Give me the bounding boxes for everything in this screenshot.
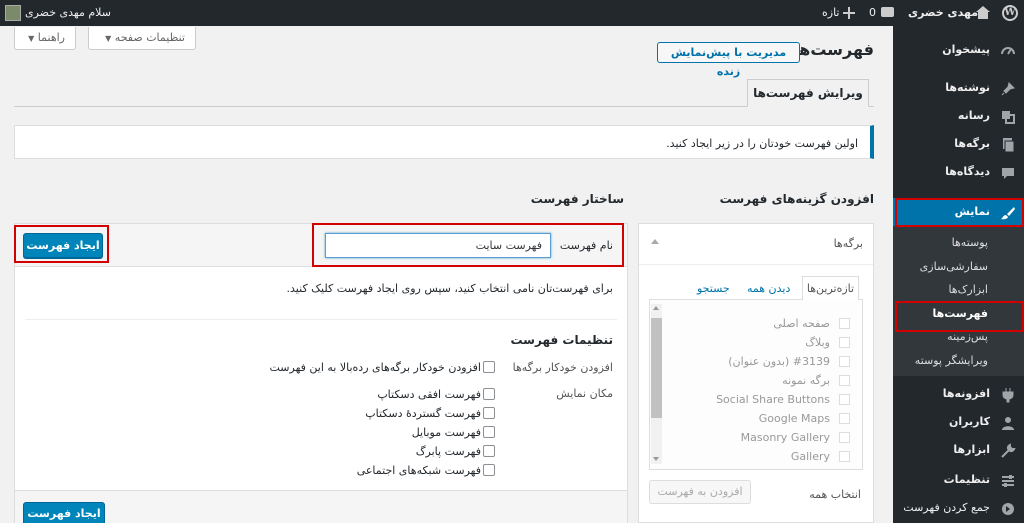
tab-edit-menus[interactable]: ویرایش فهرست‌ها [747,79,869,107]
location-checkbox[interactable] [483,426,495,438]
auto-add-option: افزودن خودکار برگه‌های رده‌بالا به این ف… [269,361,482,374]
sidebar-item-dashboard[interactable]: پیشخوان [893,36,1024,64]
page-checkbox[interactable] [839,318,850,329]
page-checkbox[interactable] [839,451,850,462]
create-menu-button-bottom[interactable]: ایجاد فهرست [23,502,105,523]
settings-divider [25,319,617,320]
page-checkbox[interactable] [839,337,850,348]
page-item: #3139 (بدون عنوان) [728,355,830,368]
sidebar-item-tools[interactable]: ابزارها [893,436,1024,464]
tab-most-recent[interactable]: تازه‌ترین‌ها [802,276,859,301]
highlight-create-button [14,225,109,263]
caret-up-icon[interactable] [651,239,659,244]
pin-icon [1000,80,1016,96]
location-option: فهرست گستردهٔ دسکتاپ [365,407,481,420]
page-item: وبلاگ [805,336,830,349]
sidebar-item-users[interactable]: کاربران [893,408,1024,436]
pages-scrollbar[interactable] [651,304,662,464]
highlight-appearance [895,198,1024,227]
location-checkbox[interactable] [483,445,495,457]
media-icon [1000,108,1016,124]
tab-view-all[interactable]: دیدن همه [747,282,790,295]
page-item: Gallery [790,450,830,463]
display-location-label: مکان نمایش [556,387,613,400]
page-icon [1000,136,1016,153]
caret-down-icon: ▼ [28,34,35,43]
menu-structure-panel: نام فهرست ایجاد فهرست برای فهرست‌تان نام… [14,223,628,523]
sidebar-item-settings[interactable]: تنظیمات [893,466,1024,494]
pages-box-title[interactable]: برگه‌ها [834,237,863,250]
page-checkbox[interactable] [839,394,850,405]
settings-icon [1000,472,1016,488]
tab-search[interactable]: جستجو [697,282,730,295]
sidebar-item-comments[interactable]: دیدگاه‌ها [893,158,1024,186]
select-all-label[interactable]: انتخاب همه [809,488,861,501]
location-checkbox[interactable] [483,407,495,419]
avatar[interactable] [5,5,21,21]
location-option: فهرست موبایل [411,426,481,439]
submenu-customize[interactable]: سفارشی‌سازی [893,256,1024,278]
menu-structure-title: ساختار فهرست [530,192,624,206]
tabs-line [14,106,874,107]
submenu-widgets[interactable]: ابزارک‌ها [893,279,1024,301]
auto-add-checkbox[interactable] [483,361,495,373]
submenu-theme-editor[interactable]: ویرایشگر پوسته [893,350,1024,372]
sidebar-collapse[interactable]: جمع کردن فهرست [893,494,1024,522]
pages-box-divider [639,264,873,265]
notice-box: اولین فهرست خودتان را در زیر ایجاد کنید. [14,125,874,159]
page-checkbox[interactable] [839,432,850,443]
pages-list [649,300,863,470]
live-preview-button[interactable]: مدیریت با پیش‌نمایش زنده [657,42,800,78]
page-item: Social Share Buttons [716,393,830,406]
sidebar-item-posts[interactable]: نوشته‌ها [893,74,1024,102]
caret-down-icon: ▼ [105,34,112,43]
sidebar-item-plugins[interactable]: افزونه‌ها [893,380,1024,408]
plus-icon[interactable] [843,7,855,19]
collapse-icon [1000,500,1016,516]
comment-icon [1000,164,1016,180]
page-checkbox[interactable] [839,413,850,424]
home-icon[interactable] [976,6,990,20]
users-icon [1000,414,1016,430]
wordpress-logo-icon[interactable]: W [1002,5,1018,21]
highlight-menus [895,301,1024,332]
menu-footer-bar [15,490,627,523]
submenu-themes[interactable]: پوسته‌ها [893,232,1024,254]
menu-instructions: برای فهرست‌تان نامی انتخاب کنید، سپس روی… [286,282,613,295]
page-item: Masonry Gallery [740,431,830,444]
comment-bubble-icon[interactable] [881,7,894,17]
page-title: فهرست‌ها [793,40,874,59]
menu-settings-title: تنظیمات فهرست [510,333,613,347]
screen-options-button[interactable]: تنظیمات صفحه ▼ [88,27,196,50]
help-button[interactable]: راهنما ▼ [14,27,76,50]
new-content-label[interactable]: تازه [822,0,840,26]
tools-icon [1000,442,1016,458]
page-checkbox[interactable] [839,356,850,367]
page-item: صفحه اصلی [773,317,830,330]
pages-box: برگه‌ها تازه‌ترین‌ها دیدن همه جستجو صفحه… [638,223,874,523]
notice-text: اولین فهرست خودتان را در زیر ایجاد کنید. [666,137,858,150]
page-checkbox[interactable] [839,375,850,386]
add-items-title: افزودن گزینه‌های فهرست [719,192,874,206]
admin-sidebar: پیشخوان نوشته‌ها رسانه برگه‌ها دیدگاه‌ها… [893,26,1024,523]
auto-add-label: افزودن خودکار برگه‌ها [512,361,613,374]
comments-count[interactable]: 0 [869,0,876,26]
location-checkbox[interactable] [483,388,495,400]
sidebar-item-media[interactable]: رسانه [893,102,1024,130]
admin-bar: سلام مهدی خضری تازه 0 مهدی خضری W [0,0,1024,26]
dashboard-icon [1000,42,1016,58]
location-checkbox[interactable] [483,464,495,476]
location-option: فهرست افقی دسکتاپ [377,388,481,401]
page-item: Google Maps [758,412,830,425]
location-option: فهرست شبکه‌های اجتماعی [356,464,481,477]
site-name[interactable]: مهدی خضری [908,0,978,26]
add-to-menu-button[interactable]: افزودن به فهرست [649,480,751,504]
location-option: فهرست پابرگ [415,445,481,458]
admin-greeting[interactable]: سلام مهدی خضری [25,0,111,26]
sidebar-item-pages[interactable]: برگه‌ها [893,130,1024,158]
plugin-icon [1000,386,1016,403]
page-item: برگه نمونه [782,374,830,387]
highlight-menu-name [312,223,624,267]
